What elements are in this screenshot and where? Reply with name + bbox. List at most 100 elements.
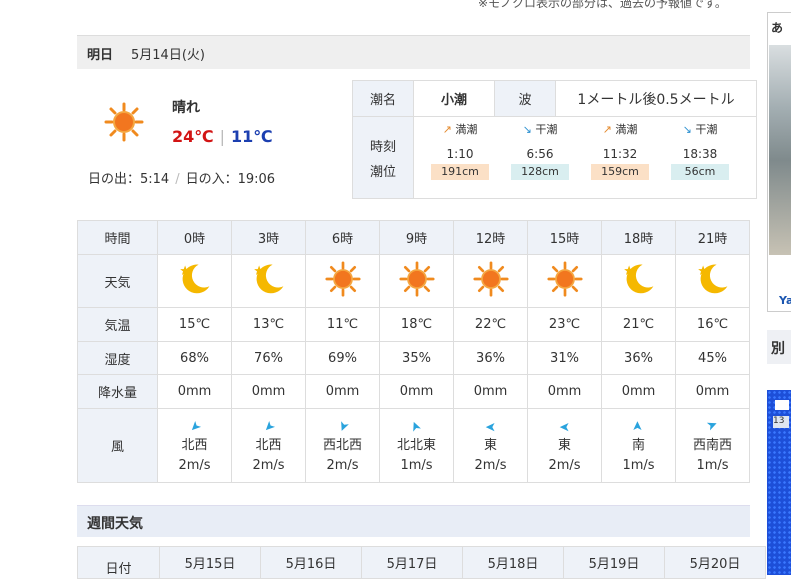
tide-level-label: 潮位 <box>369 164 396 180</box>
wind-speed: 2m/s <box>178 457 211 473</box>
weather-cell <box>527 254 602 308</box>
tide-time-level-label: 時刻 潮位 <box>352 116 414 199</box>
humidity-cell: 31% <box>527 341 602 375</box>
sun-times: 日の出：5:14 / 日の入：19:06 <box>88 168 275 187</box>
tide-level: 191cm <box>431 164 489 180</box>
tide-entry: ↘ 干潮 18:38 56cm <box>660 117 740 180</box>
tomorrow-date: 5月14日(火) <box>131 48 205 63</box>
ad-title: あ <box>771 21 784 35</box>
tide-type: 満潮 <box>615 123 638 136</box>
tide-time: 6:56 <box>526 147 554 161</box>
tide-name: 小潮 <box>413 80 495 117</box>
arrow-down-icon: ↘ <box>522 123 532 136</box>
hour-header: 0時 <box>157 220 232 255</box>
sun-icon <box>399 261 435 297</box>
weather-cell <box>601 254 676 308</box>
hour-header: 18時 <box>601 220 676 255</box>
rain-map-thumbnail[interactable]: 13 <box>767 390 791 575</box>
weather-cell <box>157 254 232 308</box>
weather-row-label: 天気 <box>77 254 158 308</box>
humidity-row-label: 湿度 <box>77 341 158 375</box>
precip-cell: 0mm <box>453 374 528 409</box>
tomorrow-header: 明日 5月14日(火) <box>77 35 750 69</box>
wind-speed: 2m/s <box>326 457 359 473</box>
sidebar-section-header: 別 <box>767 330 791 364</box>
arrow-up-icon: ↗ <box>442 123 452 136</box>
temp-cell: 22℃ <box>453 307 528 342</box>
wind-cell: ➤ 西北西 2m/s <box>305 408 380 483</box>
hour-header: 21時 <box>675 220 750 255</box>
temp-cell: 16℃ <box>675 307 750 342</box>
humidity-cell: 35% <box>379 341 454 375</box>
weather-cell <box>231 254 306 308</box>
moon-icon <box>177 261 213 297</box>
weekly-table: 日付 5月15日 5月16日 5月17日 5月18日 5月19日 5月20日 <box>77 546 766 579</box>
week-date: 5月15日 <box>159 546 261 579</box>
temp-row-label: 気温 <box>77 307 158 342</box>
tide-level: 56cm <box>671 164 729 180</box>
tide-name-label: 潮名 <box>352 80 414 117</box>
moon-icon <box>251 261 287 297</box>
weekly-header: 週間天気 <box>77 505 750 537</box>
sun-icon <box>473 261 509 297</box>
humidity-cell: 45% <box>675 341 750 375</box>
wind-cell: ➤ 西南西 1m/s <box>675 408 750 483</box>
tide-time: 18:38 <box>682 147 718 161</box>
low-temp: 11℃ <box>231 127 273 146</box>
temp-divider: | <box>219 127 226 146</box>
temp-cell: 15℃ <box>157 307 232 342</box>
wind-direction: 東 <box>483 437 497 453</box>
sun-icon <box>325 261 361 297</box>
sidebar-ad[interactable]: あ Ya <box>767 12 791 312</box>
humidity-cell: 68% <box>157 341 232 375</box>
tide-level: 159cm <box>591 164 649 180</box>
wind-arrow-icon: ➤ <box>630 420 646 431</box>
weather-condition: 晴れ <box>172 100 200 116</box>
sun-divider: / <box>175 172 180 187</box>
wind-cell: ➤ 東 2m/s <box>453 408 528 483</box>
arrow-up-icon: ↗ <box>602 123 612 136</box>
ad-image[interactable] <box>769 45 791 255</box>
wind-speed: 2m/s <box>474 457 507 473</box>
temp-cell: 23℃ <box>527 307 602 342</box>
temp-cell: 11℃ <box>305 307 380 342</box>
tide-time: 1:10 <box>446 147 474 161</box>
wind-cell: ➤ 北西 2m/s <box>231 408 306 483</box>
humidity-cell: 36% <box>453 341 528 375</box>
wind-cell: ➤ 東 2m/s <box>527 408 602 483</box>
sun-icon <box>547 261 583 297</box>
precip-row-label: 降水量 <box>77 374 158 409</box>
weather-cell <box>675 254 750 308</box>
week-date: 5月19日 <box>563 546 665 579</box>
sun-icon <box>104 102 144 142</box>
wind-speed: 2m/s <box>252 457 285 473</box>
tide-type: 干潮 <box>535 123 558 136</box>
map-label: 13 <box>773 416 789 428</box>
tide-entry: ↗ 満潮 1:10 191cm <box>420 117 500 180</box>
wave-label: 波 <box>494 80 556 117</box>
hour-header: 12時 <box>453 220 528 255</box>
map-control[interactable] <box>775 400 789 410</box>
precip-cell: 0mm <box>527 374 602 409</box>
temperature-range: 24℃ | 11℃ <box>172 127 273 146</box>
humidity-cell: 76% <box>231 341 306 375</box>
tide-type: 干潮 <box>695 123 718 136</box>
tide-type: 満潮 <box>455 123 478 136</box>
wind-row-label: 風 <box>77 408 158 483</box>
wave-height: 1メートル後0.5メートル <box>555 80 757 117</box>
wind-cell: ➤ 北西 2m/s <box>157 408 232 483</box>
sunrise: 日の出：5:14 <box>88 172 170 187</box>
tide-table: 潮名 小潮 波 1メートル後0.5メートル 時刻 潮位 ↗ 満潮 1:10 19… <box>352 80 757 199</box>
sidebar-section-title: 別 <box>771 341 785 357</box>
past-forecast-note: ※モノクロ表示の部分は、過去の予報値です。 <box>478 0 727 10</box>
temp-cell: 18℃ <box>379 307 454 342</box>
wind-speed: 1m/s <box>696 457 729 473</box>
week-date: 5月18日 <box>462 546 564 579</box>
wind-cell: ➤ 南 1m/s <box>601 408 676 483</box>
ad-link[interactable]: Ya <box>779 294 791 307</box>
weather-cell <box>453 254 528 308</box>
high-temp: 24℃ <box>172 127 214 146</box>
tide-entry: ↘ 干潮 6:56 128cm <box>500 117 580 180</box>
temp-cell: 13℃ <box>231 307 306 342</box>
moon-icon <box>621 261 657 297</box>
